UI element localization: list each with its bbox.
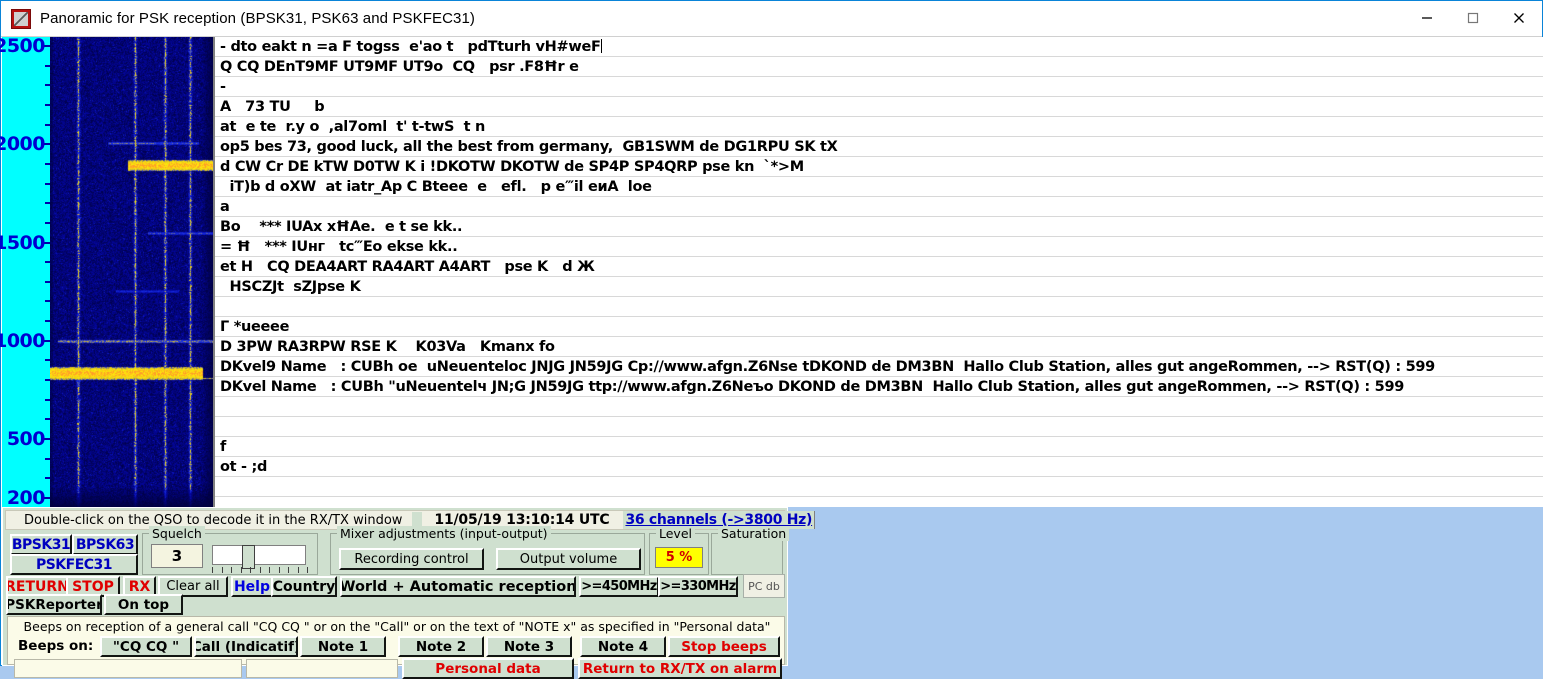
window-content: 2500 2000 1500 1000 500 200 - dto eakt n =a F…	[0, 35, 1543, 679]
frequency-scale: 2500 2000 1500 1000 500 200	[0, 35, 50, 509]
frequency-label-2000: 2000	[0, 133, 45, 156]
pskreporter-button[interactable]: PSKReporter	[6, 594, 102, 615]
beep-note3-button[interactable]: Note 3	[486, 636, 572, 657]
freq-450mhz-button[interactable]: >=450MHz	[579, 576, 659, 597]
qso-line[interactable]: = Ħ *** IUнг tc‴Eo ekse kk..	[215, 237, 1543, 257]
on-top-button[interactable]: On top	[104, 594, 183, 615]
mixer-group: Mixer adjustments (input-output) Recordi…	[330, 526, 645, 575]
mode-bpsk63-button[interactable]: BPSK63	[72, 534, 138, 555]
qso-line[interactable]: iT)b d oXW at iatr_Ap C Bteee e efl. p e…	[215, 177, 1543, 197]
app-window: Panoramic for PSK reception (BPSK31, PSK…	[0, 0, 1543, 679]
mode-button-group: BPSK31 BPSK63 PSKFEC31	[10, 534, 138, 575]
level-value: 5 %	[655, 547, 703, 568]
qso-text-panel[interactable]: - dto eakt n =a F togss e'ao t pdTturh v…	[213, 37, 1543, 507]
qso-line[interactable]	[215, 297, 1543, 317]
help-button[interactable]: Help	[231, 576, 273, 597]
close-button[interactable]	[1496, 1, 1542, 35]
squelch-slider[interactable]	[212, 545, 306, 569]
qso-line[interactable]: DKvel9 Name : CUBh oe uNeuenteloc JNJG J…	[215, 357, 1543, 377]
beep-field-1[interactable]	[14, 659, 242, 678]
squelch-value: 3	[151, 544, 203, 568]
mode-pskfec31-button[interactable]: PSKFEC31	[10, 554, 138, 575]
control-panel: Double-click on the QSO to decode it in …	[2, 507, 816, 679]
qso-line[interactable]: d CW Cr DE kTW D0TW K i !DKOTW DKOTW de …	[215, 157, 1543, 177]
qso-line[interactable]	[215, 417, 1543, 437]
qso-line[interactable]: op5 bes 73, good luck, all the best from…	[215, 137, 1543, 157]
freq-330mhz-button[interactable]: >=330MHz	[658, 576, 738, 597]
squelch-slider-thumb[interactable]	[242, 545, 255, 569]
qso-line[interactable]: Г *ueeee	[215, 317, 1543, 337]
pc-db-label: PC db	[743, 574, 785, 598]
frequency-label-1500: 1500	[0, 231, 45, 254]
qso-line[interactable]: D 3PW RA3RPW RSE K K03Va Kmanx fo	[215, 337, 1543, 357]
qso-line[interactable]: Bo *** IUAx xĦAe. e t se kk..	[215, 217, 1543, 237]
app-logo-icon	[11, 8, 31, 29]
qso-line[interactable]: DKvel Name : CUBh "uNeuentelч JN;G JN59J…	[215, 377, 1543, 397]
frequency-label-200: 200	[6, 487, 46, 509]
minimize-button[interactable]	[1404, 1, 1450, 35]
qso-line[interactable]: HSCZJt sZJpse K	[215, 277, 1543, 297]
return-rxtx-alarm-button[interactable]: Return to RX/TX on alarm	[578, 658, 782, 679]
squelch-group: Squelch 3	[142, 526, 318, 575]
saturation-title: Saturation	[718, 526, 790, 541]
waterfall-canvas[interactable]	[50, 37, 213, 507]
maximize-button[interactable]	[1450, 1, 1496, 35]
title-bar: Panoramic for PSK reception (BPSK31, PSK…	[1, 1, 1542, 37]
squelch-title: Squelch	[149, 526, 205, 541]
beep-field-2[interactable]	[246, 659, 398, 678]
beep-note4-button[interactable]: Note 4	[580, 636, 666, 657]
beeps-frame: Beeps on reception of a general call "CQ…	[7, 616, 785, 679]
qso-line[interactable]: A 73 TU b	[215, 97, 1543, 117]
qso-line[interactable]: a	[215, 197, 1543, 217]
frequency-label-2500: 2500	[0, 35, 45, 57]
beeps-label: Beeps on:	[18, 638, 94, 654]
beep-cq-cq-button[interactable]: "CQ CQ "	[100, 636, 192, 657]
personal-data-button[interactable]: Personal data	[402, 658, 574, 679]
frequency-label-1000: 1000	[0, 329, 45, 352]
mode-bpsk31-button[interactable]: BPSK31	[10, 534, 72, 555]
qso-line[interactable]: Q CQ DEnT9MF UT9MF UT9o CQ psr .F8Ħr e	[215, 57, 1543, 77]
beep-note1-button[interactable]: Note 1	[300, 636, 386, 657]
mixer-title: Mixer adjustments (input-output)	[337, 526, 551, 541]
qso-line[interactable]: -	[215, 77, 1543, 97]
stop-beeps-button[interactable]: Stop beeps	[668, 636, 780, 657]
beep-note2-button[interactable]: Note 2	[398, 636, 484, 657]
world-automatic-reception-button[interactable]: World + Automatic reception	[340, 576, 576, 597]
qso-line[interactable]: - dto eakt n =a F togss e'ao t pdTturh v…	[215, 37, 1543, 57]
waterfall-spectrogram[interactable]	[50, 37, 213, 507]
window-title: Panoramic for PSK reception (BPSK31, PSK…	[40, 10, 475, 27]
frequency-label-500: 500	[6, 428, 46, 451]
qso-line[interactable]: f	[215, 437, 1543, 457]
qso-line[interactable]	[215, 397, 1543, 417]
qso-line[interactable]: at e te r.y o ,al7oml t' t-twS t n	[215, 117, 1543, 137]
squelch-tick-marks	[212, 567, 308, 575]
level-title: Level	[656, 526, 695, 541]
qso-line[interactable]	[215, 477, 1543, 497]
output-volume-button[interactable]: Output volume	[496, 548, 641, 570]
country-button[interactable]: Country	[271, 576, 337, 597]
qso-line[interactable]: ot - ;d	[215, 457, 1543, 477]
qso-line[interactable]: et H CQ DEA4ART RA4ART A4ART pse K d Ж	[215, 257, 1543, 277]
beep-call-button[interactable]: Call (Indicatif)	[194, 636, 298, 657]
beeps-description: Beeps on reception of a general call "CQ…	[23, 619, 771, 634]
saturation-group: Saturation	[711, 526, 790, 575]
level-group: Level 5 %	[649, 526, 709, 575]
recording-control-button[interactable]: Recording control	[339, 548, 484, 570]
window-controls	[1404, 1, 1542, 35]
